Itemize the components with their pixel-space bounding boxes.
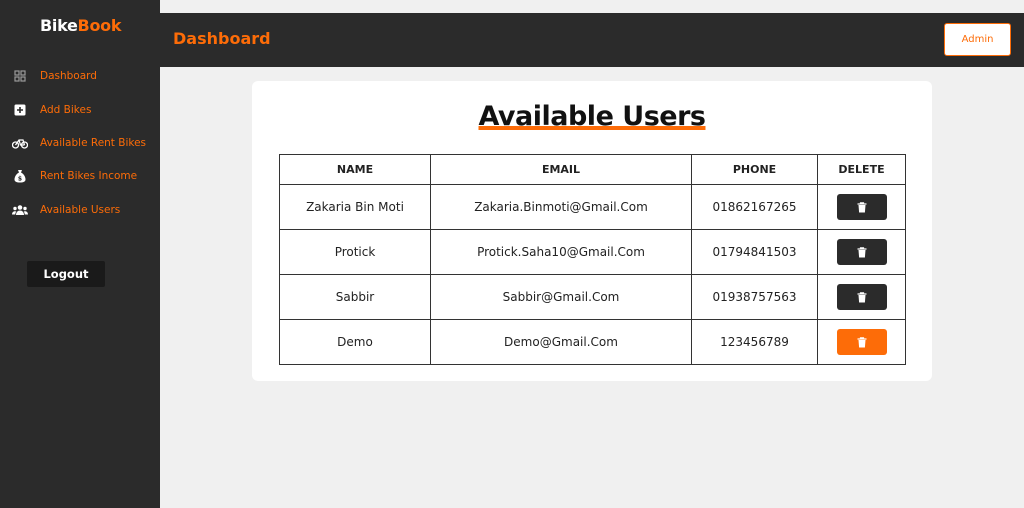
money-bag-icon: $ [12,168,28,184]
brand-logo: BikeBook [40,16,121,35]
delete-cell [817,319,906,365]
svg-text:$: $ [18,176,22,183]
delete-cell [817,229,906,275]
section-title: Available Users [252,101,932,132]
user-email: Zakaria.Binmoti@Gmail.Com [430,184,692,230]
page-title: Dashboard [173,29,271,48]
user-name: Demo [279,319,431,365]
column-header-phone: PHONE [691,154,818,185]
column-header-email: EMAIL [430,154,692,185]
sidebar-item-label: Dashboard [40,70,97,82]
sidebar-item-label: Available Users [40,204,121,216]
sidebar-item-available-rent-bikes[interactable]: Available Rent Bikes [12,133,146,153]
delete-cell [817,184,906,230]
top-bar: Dashboard Admin [160,13,1024,67]
sidebar: BikeBook Dashboard Add Bikes Available R… [0,0,160,508]
column-header-delete: DELETE [817,154,906,185]
user-email: Protick.Saha10@Gmail.Com [430,229,692,275]
trash-icon [857,246,866,257]
brand-logo-part2: Book [77,16,122,35]
sidebar-item-dashboard[interactable]: Dashboard [12,66,97,86]
table-header-row: NAME EMAIL PHONE DELETE [279,154,906,185]
table-row: Zakaria Bin Moti Zakaria.Binmoti@Gmail.C… [279,184,906,230]
sidebar-item-label: Rent Bikes Income [40,170,138,182]
sidebar-item-available-users[interactable]: Available Users [12,200,120,220]
delete-button[interactable] [836,284,887,310]
user-email: Demo@Gmail.Com [430,319,692,365]
delete-button[interactable] [836,239,887,265]
sidebar-item-label: Add Bikes [40,104,92,116]
brand-logo-part1: Bike [40,16,78,35]
delete-cell [817,274,906,320]
user-phone: 123456789 [691,319,818,365]
users-icon [12,202,28,218]
column-header-name: NAME [279,154,431,185]
user-name: Sabbir [279,274,431,320]
table-row: Sabbir Sabbir@Gmail.Com 01938757563 [279,274,906,320]
admin-button[interactable]: Admin [944,23,1011,56]
delete-button[interactable] [836,329,887,355]
trash-icon [857,291,866,302]
user-phone: 01862167265 [691,184,818,230]
user-name: Protick [279,229,431,275]
table-row: Demo Demo@Gmail.Com 123456789 [279,319,906,365]
user-email: Sabbir@Gmail.Com [430,274,692,320]
sidebar-item-add-bikes[interactable]: Add Bikes [12,100,91,120]
trash-icon [857,336,866,347]
user-phone: 01938757563 [691,274,818,320]
user-phone: 01794841503 [691,229,818,275]
plus-square-icon [12,102,28,118]
table-row: Protick Protick.Saha10@Gmail.Com 0179484… [279,229,906,275]
users-table: NAME EMAIL PHONE DELETE Zakaria Bin Moti… [279,154,906,365]
bicycle-icon [12,135,28,151]
delete-button[interactable] [836,194,887,220]
trash-icon [857,201,866,212]
sidebar-item-label: Available Rent Bikes [40,137,147,149]
section-title-text: Available Users [478,101,706,132]
users-card: Available Users NAME EMAIL PHONE DELETE … [252,81,932,381]
sidebar-item-rent-bikes-income[interactable]: $ Rent Bikes Income [12,166,137,186]
user-name: Zakaria Bin Moti [279,184,431,230]
dashboard-icon [12,68,28,84]
logout-button[interactable]: Logout [27,261,105,287]
